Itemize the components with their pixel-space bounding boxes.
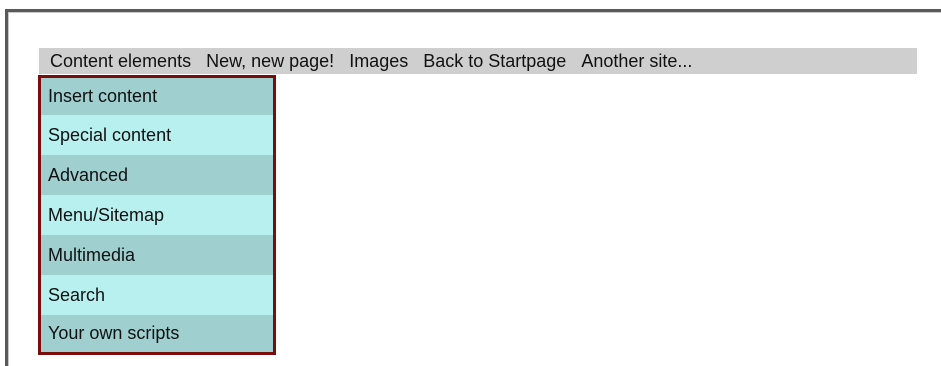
frame-inner-edge-top	[8, 12, 941, 13]
submenu-item-menu-sitemap[interactable]: Menu/Sitemap	[41, 195, 273, 235]
submenu-item-search[interactable]: Search	[41, 275, 273, 315]
content-elements-dropdown: Insert content Special content Advanced …	[38, 75, 276, 355]
menu-item-back-to-startpage[interactable]: Back to Startpage	[412, 48, 570, 74]
submenu-item-multimedia[interactable]: Multimedia	[41, 235, 273, 275]
menu-item-another-site[interactable]: Another site...	[570, 48, 696, 74]
frame-inner-edge-left	[8, 12, 9, 366]
submenu-item-advanced[interactable]: Advanced	[41, 155, 273, 195]
top-menu-bar: Content elements New, new page! Images B…	[39, 48, 917, 74]
submenu-item-your-own-scripts[interactable]: Your own scripts	[41, 315, 273, 352]
menu-item-images[interactable]: Images	[338, 48, 412, 74]
submenu-item-special-content[interactable]: Special content	[41, 115, 273, 155]
menu-item-new-page[interactable]: New, new page!	[195, 48, 338, 74]
menu-item-content-elements[interactable]: Content elements	[39, 48, 195, 74]
submenu-item-insert-content[interactable]: Insert content	[41, 78, 273, 115]
